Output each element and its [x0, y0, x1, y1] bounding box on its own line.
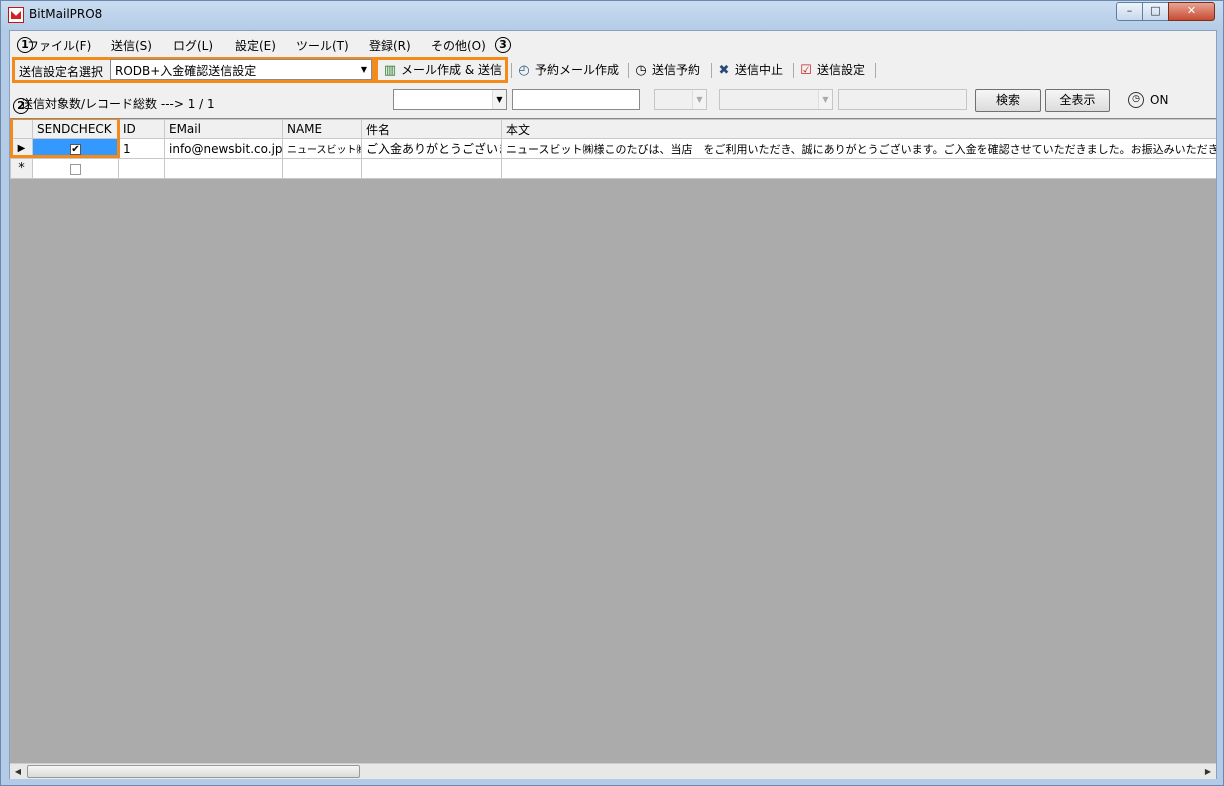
filter-value-input[interactable]: [512, 89, 640, 110]
filter-field2-select: ▼: [719, 89, 833, 110]
filter-value2-input: [838, 89, 967, 110]
menu-register[interactable]: 登録(R): [369, 37, 411, 54]
x-icon: ✖: [718, 63, 730, 78]
compose-send-button[interactable]: ▥ メール作成 & 送信: [382, 61, 502, 81]
horizontal-scrollbar[interactable]: ◀ ▶: [10, 763, 1216, 779]
chevron-down-icon[interactable]: ▼: [492, 90, 506, 109]
annotation-marker-3: 3: [495, 37, 511, 53]
app-icon[interactable]: [8, 7, 24, 23]
menu-settings[interactable]: 設定(E): [235, 37, 276, 54]
profile-label: 送信設定名選択: [19, 65, 104, 79]
search-button[interactable]: 検索: [975, 89, 1041, 112]
send-settings-label: 送信設定: [817, 63, 866, 77]
checkbox-checked-icon: ☑: [800, 63, 812, 78]
email-cell[interactable]: info@newsbit.co.jp: [164, 138, 283, 159]
menu-log[interactable]: ログ(L): [173, 37, 213, 54]
data-grid[interactable]: SENDCHECK ID EMail NAME 件名 本文 ▶ ✔ 1 info…: [10, 118, 1216, 763]
chevron-down-icon: ▼: [692, 90, 706, 109]
profile-select[interactable]: RODB+入金確認送信設定 ▼: [110, 59, 372, 80]
column-header-id[interactable]: ID: [118, 119, 165, 139]
compose-send-label: メール作成 & 送信: [401, 63, 502, 77]
compose-mail-icon: ▥: [383, 63, 397, 78]
chevron-down-icon[interactable]: ▼: [357, 60, 371, 79]
checkbox-unchecked-icon[interactable]: [70, 163, 81, 175]
app-window: BitMailPRO8 – □ ✕ 1 ファイル(F) 送信(S) ログ(L) …: [0, 0, 1224, 786]
scroll-left-icon[interactable]: ◀: [10, 764, 26, 779]
window-title: BitMailPRO8: [29, 7, 103, 21]
menu-tools[interactable]: ツール(T): [296, 37, 349, 54]
minimize-button[interactable]: –: [1116, 2, 1143, 21]
name-cell[interactable]: ニュースビット㈱: [282, 138, 362, 159]
scroll-right-icon[interactable]: ▶: [1200, 764, 1216, 779]
clock-icon: ◷: [635, 63, 647, 78]
subject-cell[interactable]: [361, 158, 502, 179]
clock-mail-icon: ◴: [518, 63, 530, 78]
chevron-down-icon: ▼: [818, 90, 832, 109]
scrollbar-thumb[interactable]: [27, 765, 360, 778]
column-header-body[interactable]: 本文: [501, 119, 1216, 139]
sendcheck-cell[interactable]: [32, 158, 119, 179]
body-cell[interactable]: [501, 158, 1216, 179]
record-count: 送信対象数/レコード総数 ---> 1 / 1: [21, 97, 215, 111]
menu-file[interactable]: ファイル(F): [27, 37, 91, 54]
toolbar-separator: [628, 63, 629, 78]
toolbar-separator: [793, 63, 794, 78]
auto-toggle[interactable]: ◷ ON: [1128, 92, 1168, 108]
menu-other[interactable]: その他(O): [431, 37, 486, 54]
highlight-box-sendcheck: [10, 119, 120, 158]
filter-operator-select: ▼: [654, 89, 707, 110]
title-bar[interactable]: BitMailPRO8 – □ ✕: [1, 1, 1223, 29]
toolbar-separator: [511, 63, 512, 78]
send-settings-button[interactable]: ☑ 送信設定: [798, 61, 865, 81]
profile-select-value: RODB+入金確認送信設定: [115, 64, 257, 78]
column-header-subject[interactable]: 件名: [361, 119, 502, 139]
table-row[interactable]: ▶ ✔ 1 info@newsbit.co.jp ニュースビット㈱ ご入金ありが…: [10, 138, 1216, 159]
grid-header-row: SENDCHECK ID EMail NAME 件名 本文: [10, 119, 1216, 139]
toolbar: 送信設定名選択 RODB+入金確認送信設定 ▼ ▥ メール作成 & 送信 ◴ 予…: [10, 57, 1216, 85]
scheduled-compose-button[interactable]: ◴ 予約メール作成: [516, 61, 619, 81]
toolbar-separator: [875, 63, 876, 78]
scheduled-compose-label: 予約メール作成: [535, 63, 620, 77]
new-row-marker: *: [10, 158, 33, 179]
toolbar-separator: [711, 63, 712, 78]
schedule-send-label: 送信予約: [652, 63, 701, 77]
on-label: ON: [1150, 93, 1169, 107]
menu-send[interactable]: 送信(S): [111, 37, 152, 54]
filter-field-select[interactable]: ▼: [393, 89, 507, 110]
clock-icon: ◷: [1128, 92, 1144, 108]
column-header-name[interactable]: NAME: [282, 119, 362, 139]
maximize-button[interactable]: □: [1142, 2, 1169, 21]
body-cell[interactable]: ニュースビット㈱様このたびは、当店 をご利用いただき、誠にありがとうございます。…: [501, 138, 1216, 159]
column-header-email[interactable]: EMail: [164, 119, 283, 139]
name-cell[interactable]: [282, 158, 362, 179]
close-button[interactable]: ✕: [1168, 2, 1215, 21]
id-cell[interactable]: 1: [118, 138, 165, 159]
email-cell[interactable]: [164, 158, 283, 179]
subject-cell[interactable]: ご入金ありがとうございました: [361, 138, 502, 159]
menu-bar: 1 ファイル(F) 送信(S) ログ(L) 設定(E) ツール(T) 登録(R)…: [10, 34, 1216, 54]
schedule-send-button[interactable]: ◷ 送信予約: [633, 61, 700, 81]
id-cell[interactable]: [118, 158, 165, 179]
client-area: 1 ファイル(F) 送信(S) ログ(L) 設定(E) ツール(T) 登録(R)…: [9, 30, 1217, 779]
stop-send-button[interactable]: ✖ 送信中止: [716, 61, 783, 81]
show-all-button[interactable]: 全表示: [1045, 89, 1110, 112]
stop-send-label: 送信中止: [735, 63, 784, 77]
new-row[interactable]: *: [10, 158, 1216, 179]
filter-bar: 2 送信対象数/レコード総数 ---> 1 / 1 ▼ ▼ ▼ 検索 全表示 ◷…: [10, 86, 1216, 116]
